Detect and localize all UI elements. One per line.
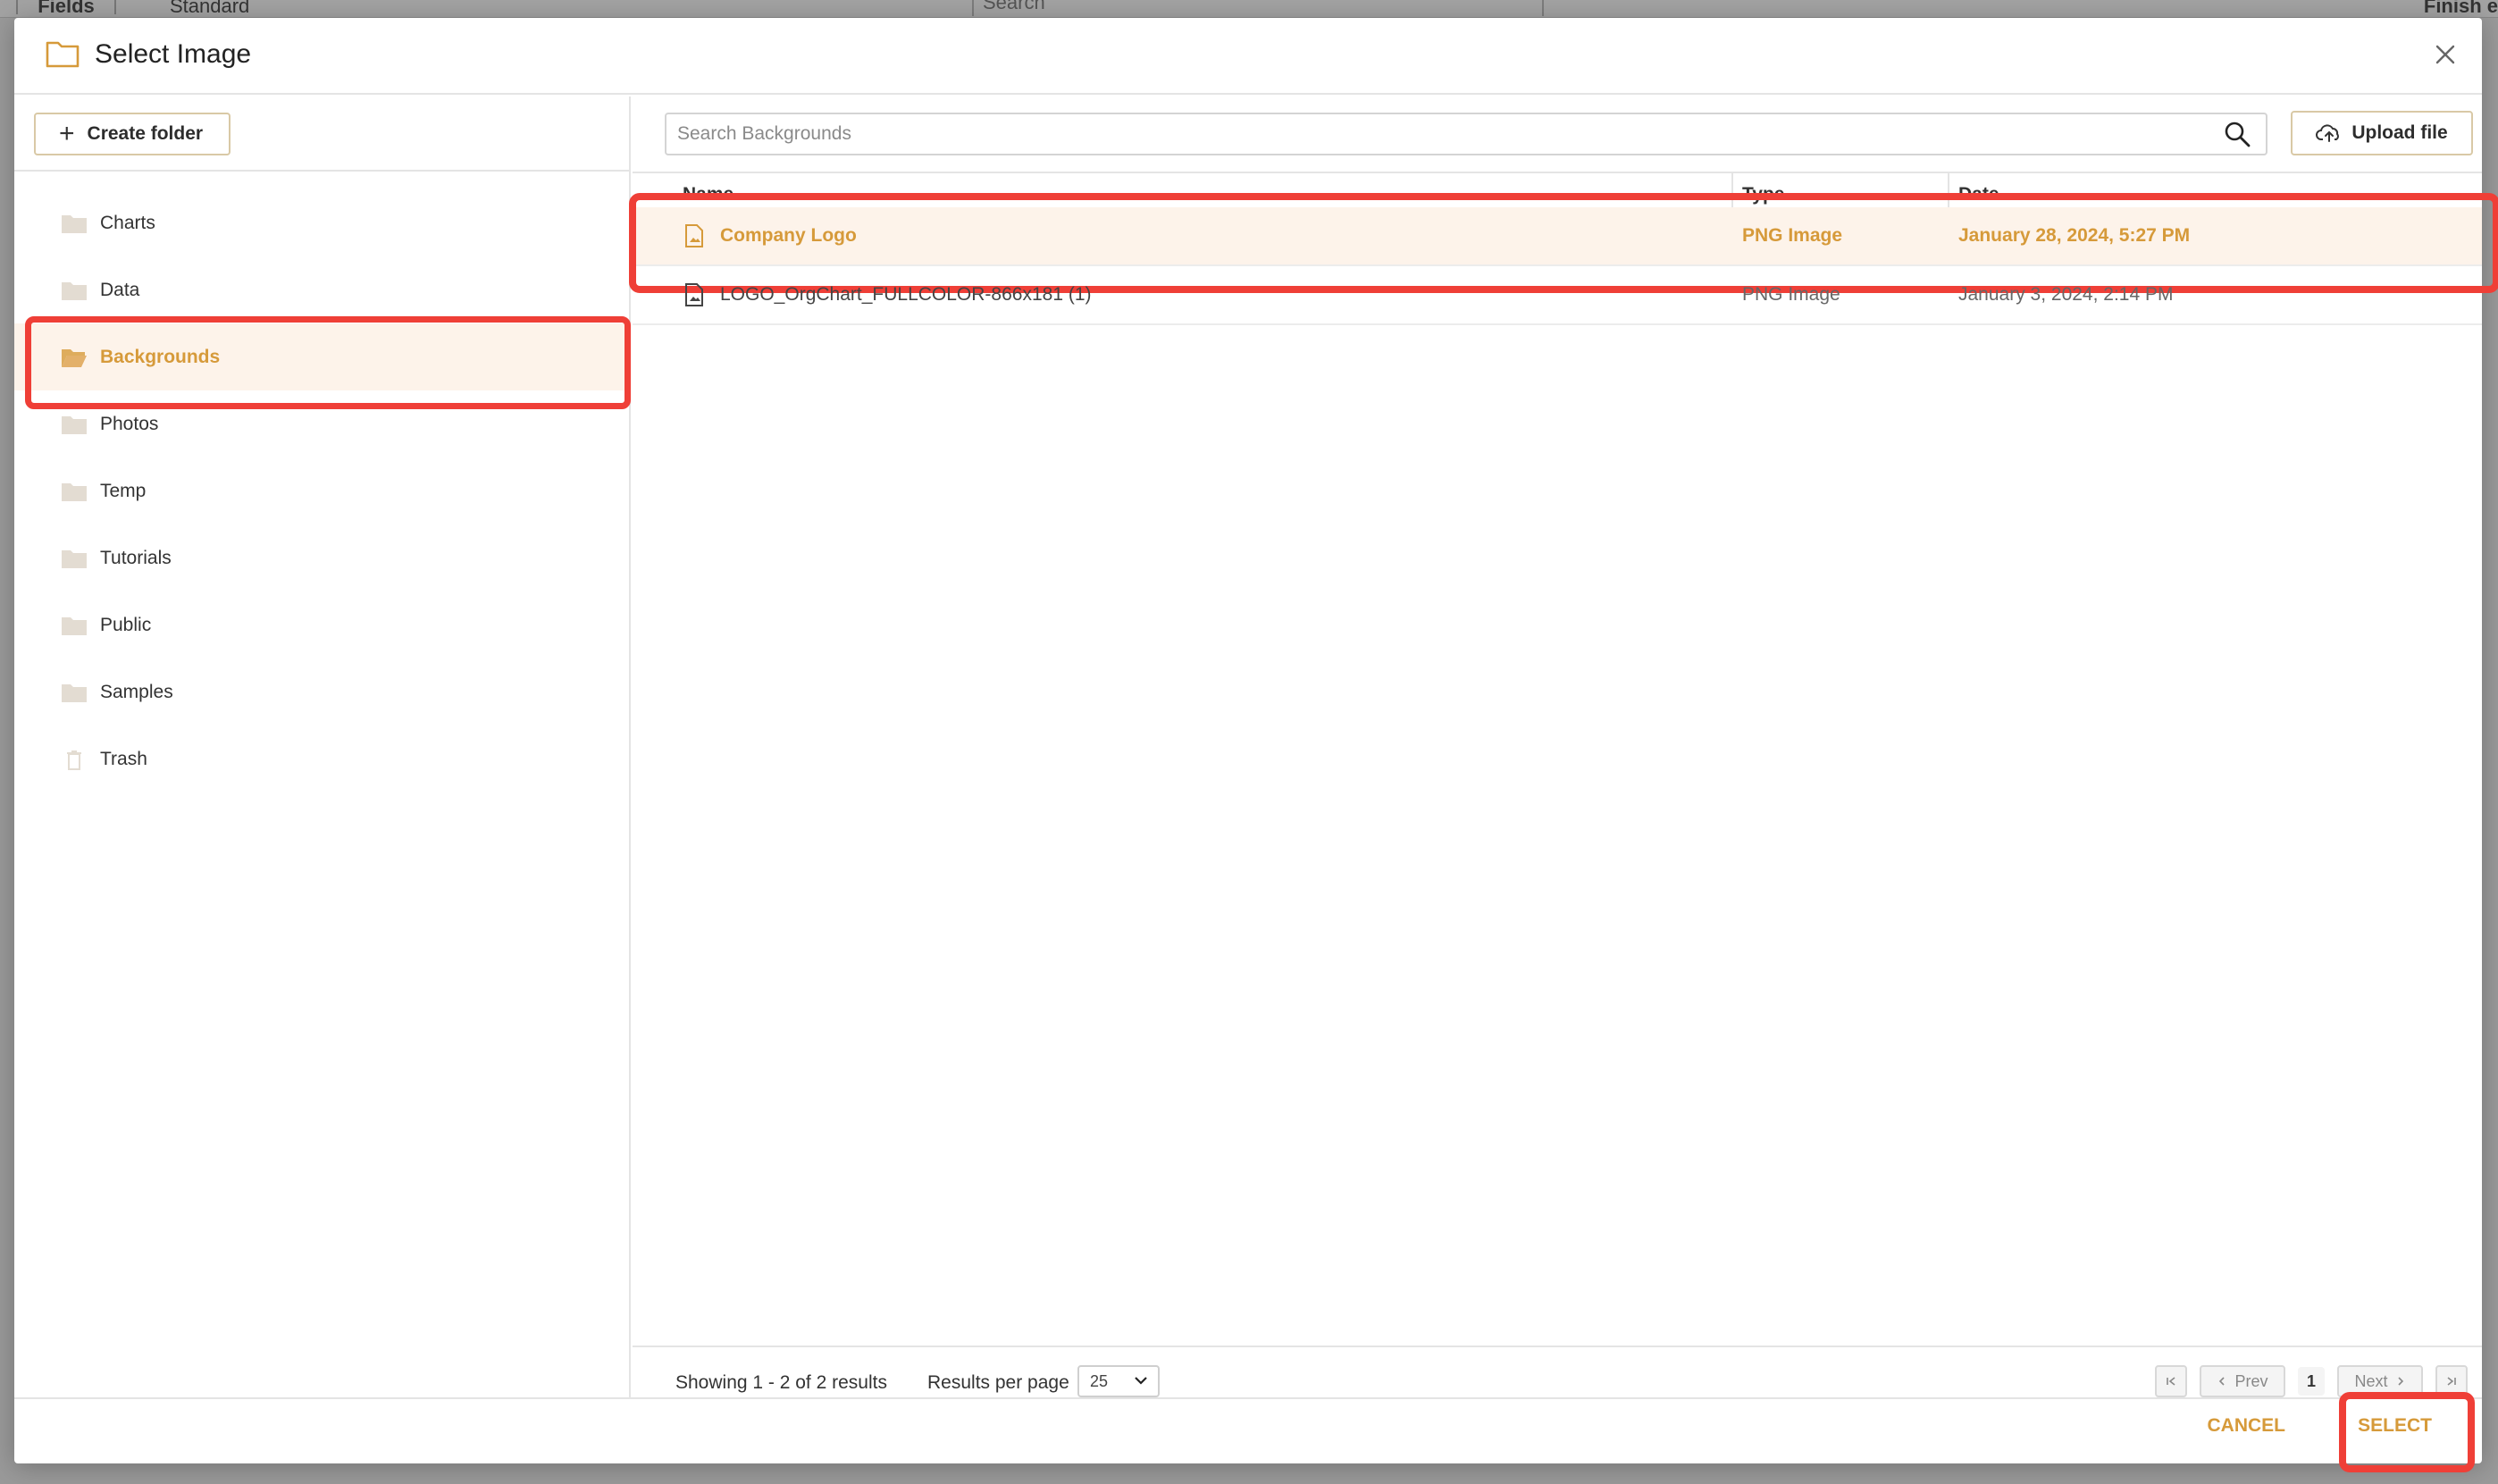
results-per-page-select[interactable]: 25 — [1077, 1365, 1160, 1397]
prev-label: Prev — [2234, 1371, 2268, 1390]
image-file-icon — [685, 283, 703, 306]
folder-icon — [61, 280, 100, 301]
upload-file-button[interactable]: Upload file — [2291, 111, 2473, 155]
sidebar-item-backgrounds[interactable]: Backgrounds — [14, 316, 631, 409]
search-input[interactable] — [665, 113, 2267, 155]
select-button[interactable]: SELECT — [2358, 1415, 2432, 1437]
table-header: Name Type Date — [633, 172, 2482, 209]
sidebar-item-trash[interactable]: Trash — [14, 725, 629, 792]
folder-icon — [61, 682, 100, 703]
table-row[interactable]: Company Logo PNG Image January 28, 2024, 5… — [629, 193, 2498, 293]
folder-icon — [61, 548, 100, 569]
column-divider[interactable] — [1731, 173, 1733, 209]
file-name: Company Logo — [720, 225, 857, 246]
sidebar-item-label: Trash — [100, 748, 147, 769]
trash-icon — [61, 749, 100, 770]
column-header-type[interactable]: Type — [1742, 184, 1784, 205]
last-page-button[interactable] — [2435, 1365, 2468, 1397]
image-file-icon — [685, 224, 703, 247]
pager: Prev 1 Next — [2155, 1365, 2468, 1397]
sidebar-item-temp[interactable]: Temp — [14, 457, 629, 524]
results-summary: Showing 1 - 2 of 2 results — [675, 1372, 887, 1393]
dialog-footer: CANCEL SELECT — [14, 1392, 2482, 1472]
next-page-button[interactable]: Next — [2337, 1365, 2423, 1397]
background-fields-tab: Fields — [16, 0, 116, 17]
sidebar-item-label: Public — [100, 614, 152, 635]
sidebar-item-data[interactable]: Data — [14, 256, 629, 323]
dialog-header: Select Image — [14, 18, 2482, 95]
search-icon[interactable] — [2223, 120, 2251, 148]
sidebar-item-tutorials[interactable]: Tutorials — [14, 524, 629, 591]
plus-icon: + — [59, 119, 75, 148]
last-page-icon — [2447, 1377, 2456, 1386]
sidebar-item-label: Tutorials — [100, 547, 172, 568]
results-per-page-value: 25 — [1090, 1371, 1109, 1390]
results-per-page-label: Results per page — [927, 1372, 1069, 1393]
sidebar-item-label: Backgrounds — [100, 346, 221, 367]
dialog-title: Select Image — [95, 39, 252, 69]
column-divider[interactable] — [1948, 173, 1949, 209]
sidebar-toolbar: + Create folder — [14, 96, 629, 172]
sidebar-item-samples[interactable]: Samples — [14, 658, 629, 725]
create-folder-button[interactable]: + Create folder — [34, 113, 231, 155]
current-page[interactable]: 1 — [2298, 1367, 2325, 1396]
background-view-select: Standard — [170, 0, 250, 17]
sidebar-item-charts[interactable]: Charts — [14, 189, 629, 256]
folder-icon — [61, 213, 100, 234]
file-date: January 28, 2024, 5:27 PM — [1958, 225, 2191, 246]
background-search: Search — [972, 0, 1544, 16]
chevron-down-icon — [1135, 1377, 1147, 1385]
background-toolbar: Fields Standard Search Finish e — [0, 0, 2498, 18]
chevron-left-icon — [2219, 1377, 2226, 1386]
cancel-button[interactable]: CANCEL — [2208, 1415, 2286, 1437]
sidebar-item-label: Charts — [100, 212, 155, 233]
prev-page-button[interactable]: Prev — [2200, 1365, 2285, 1397]
first-page-button[interactable] — [2155, 1365, 2187, 1397]
column-header-date[interactable]: Date — [1958, 184, 1999, 205]
sidebar-item-label: Samples — [100, 681, 173, 702]
folder-icon — [61, 481, 100, 502]
sidebar-item-label: Data — [100, 279, 140, 300]
cloud-upload-icon — [2316, 124, 2340, 142]
sidebar-item-label: Photos — [100, 413, 159, 434]
create-folder-label: Create folder — [87, 123, 204, 144]
file-date: January 3, 2024, 2:14 PM — [1958, 284, 2174, 305]
sidebar-item-label: Temp — [100, 480, 147, 501]
chevron-right-icon — [2397, 1377, 2403, 1386]
file-name: LOGO_OrgChart_FULLCOLOR-866x181 (1) — [720, 284, 1092, 305]
select-image-dialog: Select Image + Create folder Charts Data B… — [14, 18, 2498, 1472]
close-icon[interactable] — [2428, 38, 2462, 71]
file-type: PNG Image — [1742, 284, 1840, 305]
file-table: Name Type Date Company Logo PNG Image Janu… — [629, 172, 2498, 325]
table-row[interactable]: LOGO_OrgChart_FULLCOLOR-866x181 (1) PNG I… — [633, 266, 2482, 325]
background-finish-button: Finish e — [2423, 0, 2498, 17]
folder-sidebar: + Create folder Charts Data Backgrounds Pho… — [14, 96, 631, 1397]
file-type: PNG Image — [1742, 225, 1843, 246]
upload-file-label: Upload file — [2351, 122, 2448, 143]
folder-list: Charts Data Backgrounds Photos Temp Tutorials… — [14, 189, 631, 792]
file-browser: Upload file Name Type Date Company Logo P… — [629, 96, 2498, 1397]
folder-icon — [61, 615, 100, 636]
first-page-icon — [2167, 1377, 2175, 1386]
folder-icon — [46, 41, 80, 68]
column-header-name[interactable]: Name — [683, 184, 733, 205]
folder-open-icon — [61, 347, 100, 368]
sidebar-item-public[interactable]: Public — [14, 591, 629, 658]
sidebar-item-photos[interactable]: Photos — [14, 390, 629, 457]
folder-icon — [61, 414, 100, 435]
next-label: Next — [2354, 1371, 2388, 1390]
table-body: Company Logo PNG Image January 28, 2024, 5… — [629, 193, 2498, 325]
